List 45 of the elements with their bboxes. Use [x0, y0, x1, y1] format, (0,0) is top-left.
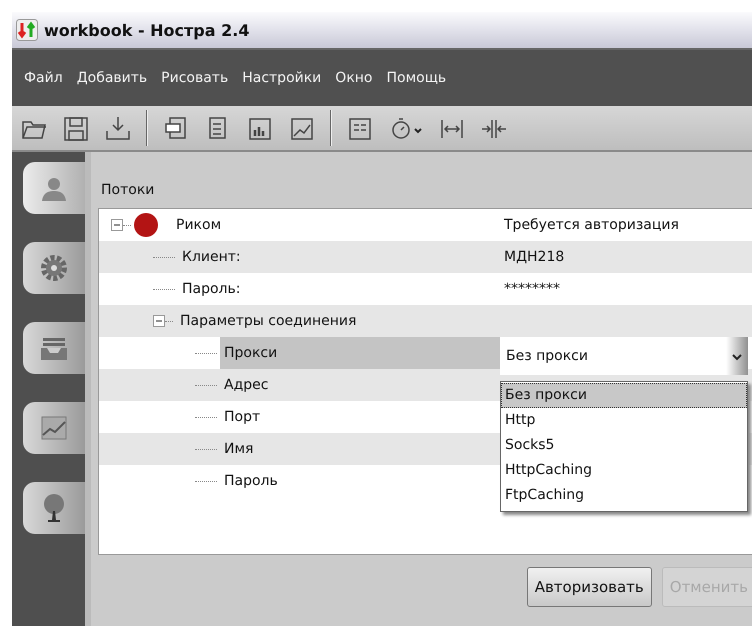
tree-item[interactable]: Риком	[172, 209, 226, 241]
tree-connector	[153, 288, 175, 290]
tree-item[interactable]: Пароль:	[178, 273, 244, 305]
tree-connector	[195, 352, 217, 354]
sidebar-tab[interactable]	[23, 322, 85, 374]
tree-item[interactable]: Пароль	[220, 465, 282, 497]
tree-item[interactable]: Адрес	[220, 369, 272, 401]
dropdown-option[interactable]: Socks5	[501, 433, 747, 458]
download-icon[interactable]	[104, 114, 132, 142]
tree-item[interactable]: Имя	[220, 433, 258, 465]
menu-item[interactable]: Настройки	[236, 66, 330, 90]
app-logo-icon	[16, 19, 38, 41]
authorize-button[interactable]: Авторизовать	[526, 567, 652, 607]
dropdown-option[interactable]: FtpCaching	[501, 483, 747, 508]
sidebar-tab[interactable]	[23, 482, 85, 534]
property-value: ********	[504, 281, 560, 297]
dropdown-option[interactable]: Без прокси	[501, 383, 747, 408]
tree-connector	[165, 320, 173, 322]
sidebar-tab[interactable]	[23, 242, 85, 294]
tree-connector	[195, 480, 217, 482]
sidebar-tab[interactable]	[23, 402, 85, 454]
caret-icon	[726, 337, 748, 375]
tree-item[interactable]: Клиент:	[178, 241, 245, 273]
panel-title: Потоки	[100, 181, 156, 200]
menu-item[interactable]: Файл	[18, 66, 71, 90]
menu-item[interactable]: Помощь	[380, 66, 454, 90]
menu-item[interactable]: Добавить	[70, 66, 156, 90]
expander-icon[interactable]	[153, 315, 165, 327]
window-title: workbook - Ностра 2.4	[44, 20, 250, 40]
property-value: МДН218	[504, 249, 564, 265]
dropdown-option[interactable]: Http	[501, 408, 747, 433]
gear-icon	[39, 253, 69, 283]
tree-connector	[195, 416, 217, 418]
tree-connector	[153, 256, 175, 258]
dropdown-option[interactable]: HttpCaching	[501, 458, 747, 483]
tree-connector	[123, 224, 131, 226]
tree-connector	[195, 384, 217, 386]
property-value: Требуется авторизация	[504, 217, 679, 233]
expander-icon[interactable]	[111, 219, 123, 231]
tree-connector	[195, 448, 217, 450]
tree-item[interactable]: Порт	[220, 401, 264, 433]
menu-item[interactable]: Окно	[329, 66, 380, 90]
proxy-dropdown[interactable]: Без прокси	[500, 337, 748, 375]
menu-item[interactable]: Рисовать	[155, 66, 236, 90]
sidebar-tab[interactable]	[23, 162, 85, 214]
